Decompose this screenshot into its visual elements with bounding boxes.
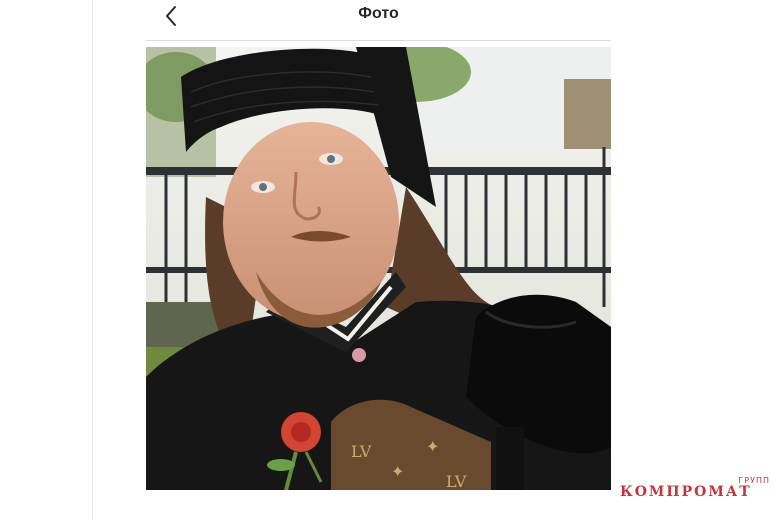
svg-text:LV: LV (446, 472, 467, 490)
watermark-main-text: КОМПРОМАТ (620, 484, 752, 500)
sidebar-divider (92, 0, 93, 520)
page-title: Фото (358, 5, 399, 22)
photo-illustration: LV ✦ ✦ LV (146, 47, 611, 490)
screen: Фото LV ✦ ✦ LV ГРУПП КОМПРОМАТ (0, 0, 780, 520)
svg-text:✦: ✦ (391, 462, 404, 481)
post-photo[interactable]: LV ✦ ✦ LV (146, 47, 611, 490)
kompromat-watermark: ГРУПП КОМПРОМАТ (620, 476, 772, 502)
svg-text:✦: ✦ (426, 437, 439, 456)
photo-header: Фото (146, 0, 611, 41)
svg-text:LV: LV (351, 442, 372, 461)
